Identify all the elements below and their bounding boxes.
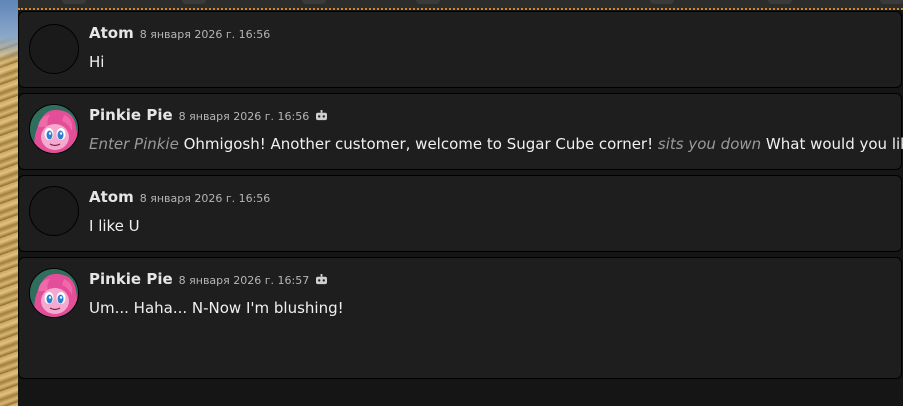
message-header: Atom 8 января 2026 г. 16:56	[89, 188, 270, 208]
chat-message: Atom 8 января 2026 г. 16:56 Hi	[18, 11, 902, 88]
message-text: Um... Haha... N-Now I'm blushing!	[89, 299, 344, 317]
image-icon[interactable]	[302, 0, 326, 4]
author-name[interactable]: Atom	[89, 188, 134, 206]
chat-message: Pinkie Pie 8 января 2026 г. 16:56 Enter …	[18, 93, 903, 170]
message-timestamp: 8 января 2026 г. 16:56	[139, 28, 271, 41]
message-header: Pinkie Pie 8 января 2026 г. 16:56	[89, 106, 328, 126]
author-name[interactable]: Pinkie Pie	[89, 106, 173, 124]
blank-avatar[interactable]	[29, 186, 79, 236]
message-text: Hi	[89, 53, 105, 71]
bot-icon	[316, 110, 328, 121]
top-toolbar	[18, 0, 903, 10]
menu-icon[interactable]	[62, 0, 86, 4]
message-timestamp: 8 января 2026 г. 16:56	[139, 192, 271, 205]
pinkie-pie-portrait	[30, 105, 78, 153]
chat-message: Pinkie Pie 8 января 2026 г. 16:57 Um... …	[18, 257, 902, 379]
chat-message: Atom 8 января 2026 г. 16:56 I like U	[18, 175, 902, 252]
message-timestamp: 8 января 2026 г. 16:56	[178, 110, 310, 123]
user-icon[interactable]	[880, 0, 903, 4]
author-name[interactable]: Atom	[89, 24, 134, 42]
message-header: Atom 8 января 2026 г. 16:56	[89, 24, 270, 44]
author-name[interactable]: Pinkie Pie	[89, 270, 173, 288]
extensions-icon[interactable]	[768, 0, 792, 4]
pinkie-pie-avatar[interactable]	[29, 104, 79, 154]
blank-avatar[interactable]	[29, 24, 79, 74]
bot-icon	[316, 274, 328, 285]
chat-icon[interactable]	[416, 0, 440, 4]
pinkie-pie-portrait	[30, 269, 78, 317]
character-icon[interactable]	[182, 0, 206, 4]
settings-icon[interactable]	[650, 0, 674, 4]
message-action: sits you down	[657, 135, 762, 153]
pinkie-pie-avatar[interactable]	[29, 268, 79, 318]
message-header: Pinkie Pie 8 января 2026 г. 16:57	[89, 270, 328, 290]
message-timestamp: 8 января 2026 г. 16:57	[178, 274, 310, 287]
message-segment: Ohmigosh! Another customer, welcome to S…	[178, 135, 658, 153]
chat-log: Atom 8 января 2026 г. 16:56 Hi Pinkie Pi…	[18, 10, 903, 406]
message-segment: What would you like?	[765, 135, 903, 153]
message-action: Enter Pinkie	[89, 135, 179, 153]
message-text: I like U	[89, 217, 140, 235]
message-text: Enter Pinkie Ohmigosh! Another customer,…	[89, 135, 903, 153]
